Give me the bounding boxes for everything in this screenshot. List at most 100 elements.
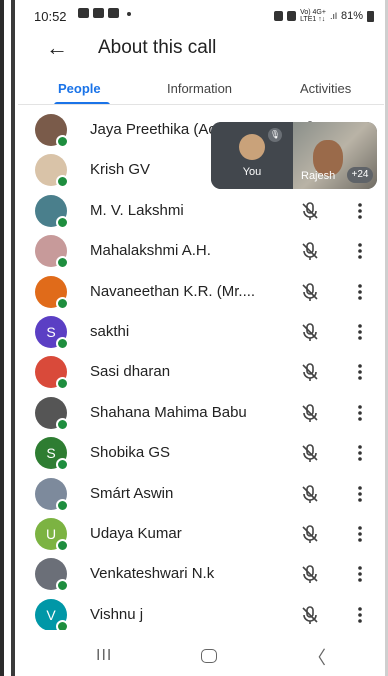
message-icon bbox=[93, 8, 104, 18]
status-time: 10:52 bbox=[34, 9, 67, 24]
video-icon bbox=[108, 8, 119, 18]
tab-activities[interactable]: Activities bbox=[300, 81, 351, 96]
mic-off-icon[interactable] bbox=[300, 605, 320, 625]
more-options-icon[interactable] bbox=[354, 201, 366, 221]
participant-row[interactable]: Navaneethan K.R. (Mr.... bbox=[18, 272, 384, 312]
avatar bbox=[35, 194, 69, 229]
signal-icon: .ıl bbox=[329, 11, 337, 21]
more-options-icon[interactable] bbox=[354, 484, 366, 504]
avatar: S bbox=[35, 316, 69, 350]
avatar bbox=[35, 396, 69, 431]
participant-name: Sasi dharan bbox=[90, 363, 171, 381]
mic-off-icon[interactable] bbox=[300, 403, 320, 423]
more-options-icon[interactable] bbox=[354, 362, 366, 382]
avatar: S bbox=[35, 437, 69, 472]
avatar: U bbox=[35, 518, 69, 552]
participant-count-badge: +24 bbox=[347, 167, 373, 183]
participant-name: sakthi bbox=[90, 323, 130, 340]
gallery-icon bbox=[78, 8, 89, 18]
system-back-icon[interactable]: 〈 bbox=[308, 644, 326, 670]
avatar: V bbox=[35, 598, 69, 630]
tab-bar: People Information Activities bbox=[18, 74, 384, 105]
status-bar: 10:52 Vo) 4G+ LTE1 ↑↓ .ıl 81% bbox=[18, 0, 384, 28]
online-status-dot bbox=[56, 337, 69, 350]
online-status-dot bbox=[56, 377, 69, 391]
avatar bbox=[35, 114, 69, 148]
tab-information[interactable]: Information bbox=[167, 81, 232, 96]
participant-name: Smárt Aswin bbox=[90, 484, 174, 502]
participant-row[interactable]: M. V. Lakshmi bbox=[18, 191, 384, 231]
online-status-dot bbox=[56, 458, 69, 472]
more-options-icon[interactable] bbox=[354, 241, 366, 261]
more-options-icon[interactable] bbox=[354, 605, 366, 625]
system-nav-bar: III 〈 bbox=[18, 636, 384, 676]
participant-name: Venkateshwari N.k bbox=[90, 565, 215, 583]
participant-row[interactable]: U Udaya Kumar bbox=[18, 514, 384, 554]
more-options-icon[interactable] bbox=[354, 322, 366, 342]
mic-off-icon[interactable] bbox=[300, 362, 320, 382]
online-status-dot bbox=[56, 215, 69, 229]
online-status-dot bbox=[56, 417, 69, 431]
self-label: You bbox=[242, 166, 262, 178]
participant-name: Navaneethan K.R. (Mr.... bbox=[90, 282, 256, 300]
mute-icon bbox=[287, 11, 297, 21]
muted-mic-icon: 🎙 bbox=[268, 128, 282, 142]
participant-video-label: Rajesh bbox=[301, 170, 336, 182]
avatar bbox=[35, 235, 69, 270]
more-options-icon[interactable] bbox=[354, 282, 366, 302]
participant-row[interactable]: Shahana Mahima Babu bbox=[18, 393, 384, 433]
participant-name: Shahana Mahima Babu bbox=[90, 403, 247, 421]
mic-off-icon[interactable] bbox=[300, 524, 320, 544]
mic-off-icon[interactable] bbox=[300, 201, 320, 221]
participant-row[interactable]: Ssakthi bbox=[18, 312, 384, 352]
battery-percent: 81% bbox=[340, 10, 363, 22]
back-arrow-icon[interactable]: ← bbox=[44, 35, 70, 61]
participant-row[interactable]: S Shobika GS bbox=[18, 433, 384, 473]
top-app-bar: ← About this call bbox=[18, 28, 384, 68]
online-status-dot bbox=[56, 539, 69, 552]
avatar bbox=[35, 275, 69, 310]
self-avatar bbox=[239, 134, 265, 160]
mic-off-icon[interactable] bbox=[300, 322, 320, 342]
more-options-icon[interactable] bbox=[354, 403, 366, 423]
mic-off-icon[interactable] bbox=[300, 241, 320, 261]
online-status-dot bbox=[56, 619, 69, 630]
mic-off-icon[interactable] bbox=[300, 484, 320, 504]
more-options-icon[interactable] bbox=[354, 443, 366, 463]
participant-name: Vishnu j bbox=[90, 605, 144, 623]
participant-row[interactable]: Mahalakshmi A.H. bbox=[18, 231, 384, 271]
participant-name: Mahalakshmi A.H. bbox=[90, 242, 211, 260]
video-preview-overlay[interactable]: 🎙 You Rajesh +24 bbox=[211, 122, 377, 189]
more-notifications-dot-icon bbox=[127, 12, 131, 16]
participant-name: Udaya Kumar bbox=[90, 525, 182, 542]
participant-name: Shobika GS bbox=[90, 444, 171, 462]
recents-icon[interactable]: III bbox=[96, 647, 112, 665]
participant-row[interactable]: V Vishnu j bbox=[18, 595, 384, 630]
device-frame-left bbox=[0, 0, 4, 676]
page-title: About this call bbox=[98, 37, 217, 58]
online-status-dot bbox=[56, 135, 69, 148]
avatar bbox=[35, 477, 69, 512]
participant-name: M. V. Lakshmi bbox=[90, 201, 184, 219]
alarm-icon bbox=[274, 11, 284, 21]
participant-row[interactable]: Venkateshwari N.k bbox=[18, 554, 384, 594]
home-icon[interactable] bbox=[201, 649, 217, 663]
online-status-dot bbox=[56, 256, 69, 270]
tab-people[interactable]: People bbox=[58, 81, 101, 96]
self-video-tile[interactable]: 🎙 You bbox=[211, 122, 293, 189]
participant-row[interactable]: Smárt Aswin bbox=[18, 474, 384, 514]
mic-off-icon[interactable] bbox=[300, 564, 320, 584]
online-status-dot bbox=[56, 498, 69, 512]
mic-off-icon[interactable] bbox=[300, 282, 320, 302]
mic-off-icon[interactable] bbox=[300, 443, 320, 463]
battery-icon bbox=[367, 10, 374, 22]
more-options-icon[interactable] bbox=[354, 524, 366, 544]
device-frame-edge bbox=[11, 0, 15, 676]
online-status-dot bbox=[56, 579, 69, 593]
online-status-dot bbox=[56, 175, 69, 189]
online-status-dot bbox=[56, 296, 69, 310]
more-options-icon[interactable] bbox=[354, 564, 366, 584]
participant-row[interactable]: Sasi dharan bbox=[18, 352, 384, 392]
tab-divider bbox=[18, 104, 384, 105]
participant-video-tile[interactable]: Rajesh +24 bbox=[293, 122, 377, 189]
